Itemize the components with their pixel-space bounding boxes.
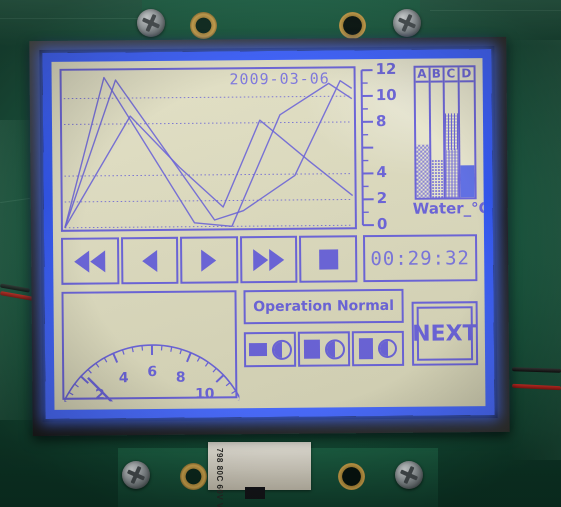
- pcb-mount-bar-top: [142, 0, 420, 38]
- elapsed-time-display: 00:29:32: [362, 234, 478, 283]
- y-axis-tick-12: 12: [375, 59, 397, 79]
- rewind-button[interactable]: [61, 237, 120, 285]
- water-column-fill-D: [459, 165, 475, 198]
- screw-bottom-left: [122, 461, 150, 489]
- mount-hole-bottom-right: [338, 463, 365, 490]
- status-banner: Operation Normal: [243, 288, 404, 325]
- trend-chart-plot: [63, 76, 354, 229]
- water-column-A: A: [415, 67, 432, 198]
- half-filled-circle-icon: [271, 339, 292, 360]
- next-button[interactable]: NEXT: [411, 301, 479, 366]
- y-axis-tick-4: 4: [376, 163, 387, 182]
- y-axis-tick-0: 0: [376, 214, 388, 234]
- analog-gauge: 024681012: [61, 290, 240, 402]
- water-column-fill-A: [416, 144, 430, 198]
- filled-rectangle-icon: [303, 339, 320, 359]
- mount-hole-top-left: [190, 12, 217, 39]
- double-left-triangle-icon: [74, 249, 106, 273]
- fast-forward-button[interactable]: [239, 235, 298, 284]
- wire-red: [511, 383, 561, 391]
- y-axis-tick-8: 8: [375, 111, 387, 130]
- next-button-inner: NEXT: [412, 306, 478, 361]
- next-button-label: NEXT: [412, 320, 478, 347]
- water-column-track-C: [444, 82, 459, 198]
- gauge-tick-label-4: 4: [119, 370, 129, 386]
- trend-chart-panel: 2009-03-06: [59, 66, 357, 232]
- chart-date-label: 2009-03-06: [229, 69, 330, 89]
- water-column-track-A: [416, 83, 430, 198]
- lcd-module-inner-frame: 2009-03-06 0 2 4 8 10 12 ABCD Water_°C 0…: [39, 46, 498, 422]
- pcb-scratch: [430, 10, 561, 11]
- water-column-fill-B: [430, 159, 444, 198]
- filled-rectangle-icon: [248, 343, 267, 357]
- pcb-sheen-right: [508, 40, 561, 460]
- screw-bottom-right: [395, 461, 423, 489]
- lcd-module-bezel: 2009-03-06 0 2 4 8 10 12 ABCD Water_°C 0…: [29, 36, 510, 437]
- gauge-tick-label-8: 8: [176, 370, 186, 386]
- transport-button-row: [61, 235, 358, 285]
- screw-top-right: [393, 9, 421, 37]
- filled-rectangle-icon: [358, 338, 374, 360]
- half-filled-circle-icon: [377, 338, 398, 359]
- lcd-screen: 2009-03-06 0 2 4 8 10 12 ABCD Water_°C 0…: [51, 58, 486, 410]
- cable-tab: [245, 487, 265, 499]
- water-column-track-B: [430, 82, 444, 198]
- right-triangle-icon: [201, 248, 217, 272]
- water-column-B: B: [430, 66, 446, 198]
- water-column-C: C: [444, 66, 461, 198]
- device-photo: 798 80C 60V VW-1 H 2009-03-06 0 2 4 8 10…: [0, 0, 561, 507]
- water-column-track-D: [459, 82, 475, 198]
- water-panel-label: Water_°C: [412, 199, 486, 218]
- pcb-scratch: [0, 18, 150, 19]
- gauge-dial: 024681012: [63, 344, 240, 402]
- mode-2-button[interactable]: [297, 331, 351, 367]
- water-temperature-panel: ABCD Water_°C: [413, 65, 485, 229]
- wire-black: [511, 367, 561, 373]
- mode-1-button[interactable]: [243, 331, 297, 368]
- pcb-scratch: [0, 197, 30, 204]
- water-column-D: D: [459, 66, 475, 198]
- previous-button[interactable]: [120, 236, 179, 285]
- water-column-header-A: A: [415, 67, 429, 83]
- lcd-backlight-glow: 2009-03-06 0 2 4 8 10 12 ABCD Water_°C 0…: [42, 49, 495, 419]
- status-message: Operation Normal: [253, 297, 395, 316]
- wire-red-left: [0, 291, 35, 301]
- y-axis-tick-2: 2: [376, 189, 388, 208]
- screw-top-left: [137, 9, 165, 37]
- y-axis-tick-10: 10: [375, 85, 397, 104]
- double-right-triangle-icon: [253, 248, 285, 271]
- elapsed-time-value: 00:29:32: [370, 246, 471, 270]
- chart-y-axis: 0 2 4 8 10 12: [358, 60, 411, 233]
- stop-button[interactable]: [299, 235, 358, 283]
- gauge-tick-label-6: 6: [147, 364, 157, 380]
- gauge-tick-label-10: 10: [195, 386, 215, 402]
- mount-hole-top-right: [339, 12, 366, 39]
- water-column-fill-C: [444, 113, 459, 198]
- mode-3-button[interactable]: [351, 330, 405, 367]
- water-bar-chart: ABCD: [413, 65, 477, 200]
- square-icon: [318, 248, 338, 270]
- left-triangle-icon: [142, 249, 158, 272]
- half-filled-circle-icon: [324, 338, 345, 360]
- cable-text: 798 80C 60V VW-1 H: [215, 448, 224, 507]
- water-column-header-C: C: [444, 66, 458, 83]
- water-column-header-D: D: [459, 66, 474, 83]
- water-column-header-B: B: [430, 66, 443, 83]
- mount-hole-bottom-left: [180, 463, 207, 490]
- play-button[interactable]: [180, 236, 239, 284]
- ribbon-cable: 798 80C 60V VW-1 H: [208, 442, 311, 507]
